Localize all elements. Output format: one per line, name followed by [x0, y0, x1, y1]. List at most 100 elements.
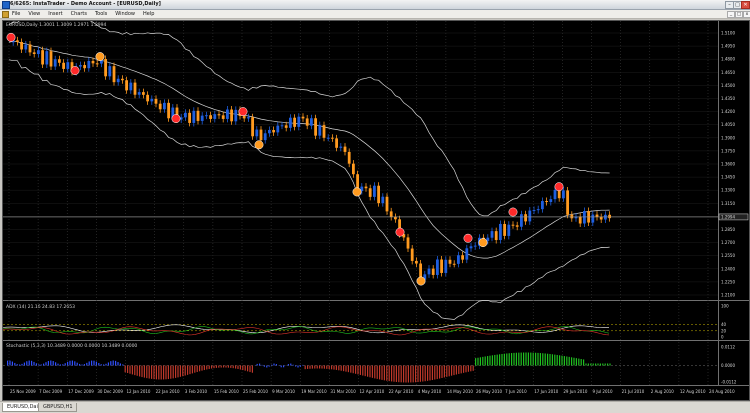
oscillator-bar	[45, 362, 46, 365]
tab-eurusd-daily[interactable]: EURUSD,Daily	[2, 403, 41, 412]
oscillator-bar	[542, 353, 543, 365]
oscillator-bar	[365, 366, 366, 377]
candle-body	[394, 217, 397, 219]
candle-body	[108, 66, 111, 76]
oscillator-bar	[468, 366, 469, 372]
signal-marker-icon	[479, 238, 487, 246]
oscillator-bar	[216, 366, 217, 368]
oscillator-bar	[446, 366, 447, 377]
doc-minimize-button[interactable]: _	[727, 11, 735, 18]
oscillator-bar	[177, 366, 178, 378]
adx-main-line	[3, 325, 609, 333]
menu-item-help[interactable]: Help	[143, 10, 154, 18]
oscillator-bar	[566, 356, 567, 365]
document-icon[interactable]	[2, 11, 9, 18]
candle-body	[432, 269, 435, 275]
candle-body	[255, 130, 258, 137]
oscillator-bar	[585, 364, 586, 366]
oscillator-bar	[470, 366, 471, 372]
oscillator-bar	[492, 355, 493, 365]
oscillator-bar	[559, 355, 560, 365]
oscillator-bar	[434, 366, 435, 380]
oscillator-bar	[573, 358, 574, 366]
close-button[interactable]: ✕	[741, 1, 750, 9]
oscillator-bar	[259, 364, 260, 366]
oscillator-bar	[396, 366, 397, 382]
oscillator-bar	[223, 366, 224, 368]
candle-body	[381, 197, 384, 203]
menu-item-window[interactable]: Window	[115, 10, 135, 18]
title-bar[interactable]: 6/6265: InstaTrader - Demo Account - [EU…	[0, 0, 750, 10]
candle-body	[528, 211, 531, 222]
menu-item-view[interactable]: View	[28, 10, 40, 18]
candle-body	[104, 59, 107, 76]
menu-item-file[interactable]: File	[12, 10, 20, 18]
oscillator-bar	[173, 366, 174, 379]
candle-body	[327, 138, 330, 139]
oscillator-bar	[91, 361, 92, 366]
oscillator-bar	[513, 353, 514, 366]
oscillator-bar	[273, 364, 274, 366]
oscillator-bar	[511, 353, 512, 365]
oscillator-bar	[60, 364, 61, 365]
oscillator-bar	[81, 364, 82, 365]
oscillator-bar	[98, 363, 99, 365]
oscillator-bar	[336, 366, 337, 370]
candle-body	[512, 225, 515, 226]
adx-axis-label: 40	[721, 322, 727, 327]
price-axis-label: 1.4800	[721, 57, 735, 62]
candle-body	[117, 79, 120, 82]
price-axis-label: 1.4050	[721, 122, 735, 127]
candle-body	[146, 95, 149, 102]
price-axis-label: 1.4650	[721, 70, 735, 75]
candle-body	[503, 224, 506, 236]
chart-canvas[interactable]: EURUSD,Daily 1.3001 1.3009 1.2971 1.2994…	[3, 21, 749, 400]
oscillator-bar	[408, 366, 409, 383]
oscillator-bar	[456, 366, 457, 375]
tab-gbpusd-h1[interactable]: GBPUSD,H1	[38, 403, 77, 412]
candle-body	[272, 130, 275, 132]
oscillator-bar	[218, 366, 219, 368]
oscillator-bar	[554, 355, 555, 366]
signal-marker-icon	[96, 52, 104, 60]
bollinger-upper-band	[9, 21, 610, 216]
oscillator-bar	[211, 366, 212, 369]
candle-body	[243, 116, 246, 118]
chart-window[interactable]: EURUSD,Daily 1.3001 1.3009 1.2971 1.2994…	[2, 20, 750, 401]
candle-body	[268, 130, 271, 133]
oscillator-bar	[410, 366, 411, 383]
oscillator-bar	[461, 366, 462, 374]
candle-body	[159, 104, 162, 110]
oscillator-bar	[372, 366, 373, 378]
candle-body	[92, 61, 95, 63]
candle-body	[411, 249, 414, 261]
oscillator-bar	[405, 366, 406, 383]
oscillator-bar	[69, 361, 70, 366]
candle-body	[436, 259, 439, 274]
candle-body	[213, 114, 216, 119]
signal-marker-icon	[239, 107, 247, 115]
oscillator-bar	[235, 366, 236, 369]
oscillator-bar	[62, 364, 63, 365]
candle-body	[66, 62, 69, 69]
candle-body	[449, 260, 452, 264]
oscillator-header: Stochastic (5,3,3) 10.3489 0.0000 0.0000…	[6, 343, 137, 349]
menu-item-tools[interactable]: Tools	[95, 10, 107, 18]
oscillator-bar	[151, 366, 152, 379]
oscillator-bar	[153, 366, 154, 380]
doc-close-button[interactable]: x	[743, 11, 750, 18]
menu-item-charts[interactable]: Charts	[71, 10, 87, 18]
doc-maximize-button[interactable]: □	[735, 11, 743, 18]
oscillator-bar	[578, 359, 579, 366]
oscillator-bar	[357, 366, 358, 375]
oscillator-bar	[441, 366, 442, 378]
oscillator-bar	[175, 366, 176, 378]
candle-body	[201, 116, 204, 121]
oscillator-bar	[348, 366, 349, 373]
oscillator-bar	[117, 362, 118, 365]
oscillator-bar	[65, 363, 66, 365]
date-axis-label: 12 Aug 2010	[680, 389, 706, 394]
date-axis-label: 24 Aug 2010	[709, 389, 735, 394]
menu-item-insert[interactable]: Insert	[48, 10, 62, 18]
oscillator-bar	[557, 355, 558, 366]
